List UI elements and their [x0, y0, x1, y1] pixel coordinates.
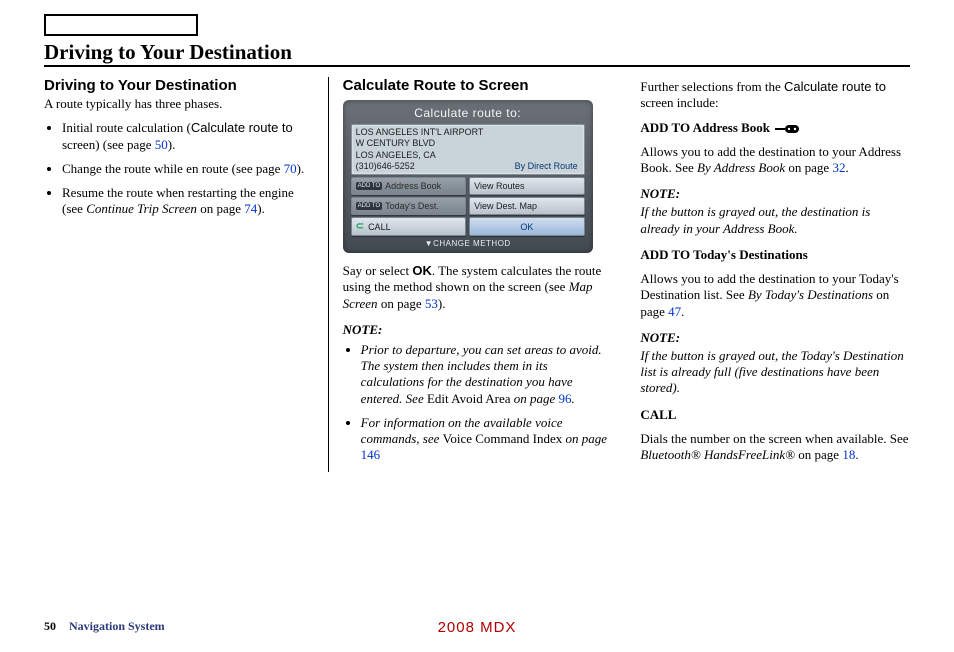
col1-list: Initial route calculation (Calculate rou… [44, 120, 314, 217]
col3-p1: Allows you to add the destination to you… [640, 144, 910, 177]
col2-heading: Calculate Route to Screen [343, 77, 613, 94]
column-left: Driving to Your Destination A route typi… [44, 77, 328, 472]
call-heading: CALL [640, 407, 910, 423]
addto-badge: ADD TO [356, 202, 382, 210]
col1-heading: Driving to Your Destination [44, 77, 314, 94]
todays-dest-button[interactable]: ADD TOToday's Dest. [351, 197, 467, 215]
note-label: NOTE: [640, 330, 910, 346]
text: ). [438, 296, 446, 311]
page-link[interactable]: 50 [155, 137, 168, 152]
addto-todays-dest-heading: ADD TO Today's Destinations [640, 247, 910, 263]
page-link[interactable]: 47 [668, 304, 681, 319]
phone-icon: ⊂ [356, 221, 364, 232]
list-item: Prior to departure, you can set areas to… [361, 342, 613, 407]
note-label: NOTE: [343, 322, 613, 338]
screen-ref: By Address Book [697, 160, 785, 175]
text: Dials the number on the screen when avai… [640, 431, 908, 446]
btn-label: Today's Dest. [385, 201, 439, 211]
screen-ref: Bluetooth® HandsFreeLink® [640, 447, 795, 462]
model-year: 2008 MDX [0, 619, 954, 636]
list-item: Initial route calculation (Calculate rou… [62, 120, 314, 153]
text: on page [785, 160, 832, 175]
text: screen) (see page [62, 137, 155, 152]
text: on page [562, 431, 607, 446]
screen-ref: Continue Trip Screen [86, 201, 197, 216]
note-label: NOTE: [640, 186, 910, 202]
ui-term: OK [412, 263, 432, 278]
col3-note1: If the button is grayed out, the destina… [640, 204, 910, 237]
dest-line2: W CENTURY BLVD [356, 138, 580, 149]
col3-note2: If the button is grayed out, the Today's… [640, 348, 910, 397]
list-item: Resume the route when restarting the eng… [62, 185, 314, 218]
dest-line3: LOS ANGELES, CA [356, 150, 580, 161]
ui-term: Calculate route to [191, 120, 293, 135]
text: on page [378, 296, 425, 311]
page-link[interactable]: 53 [425, 296, 438, 311]
top-empty-box [44, 14, 198, 36]
page-link[interactable]: 70 [284, 161, 297, 176]
address-book-button[interactable]: ADD TOAddress Book [351, 177, 467, 195]
col3-p2: Allows you to add the destination to you… [640, 271, 910, 320]
text: ). [168, 137, 176, 152]
addto-address-book-heading: ADD TO Address Book [640, 120, 910, 136]
addto-badge: ADD TO [356, 182, 382, 190]
text: . [855, 447, 858, 462]
btn-label: Address Book [385, 181, 441, 191]
text: on page [795, 447, 842, 462]
dest-line1: LOS ANGELES INT'L AIRPORT [356, 127, 580, 138]
screen-footer: ▼CHANGE METHOD [351, 239, 585, 248]
column-right: Further selections from the Calculate ro… [626, 77, 910, 472]
text: on page [197, 201, 244, 216]
heading-text: ADD TO Address Book [640, 120, 770, 135]
text: screen include: [640, 95, 718, 110]
text: ). [297, 161, 305, 176]
route-method: By Direct Route [515, 161, 578, 172]
nav-screen: Calculate route to: LOS ANGELES INT'L AI… [343, 100, 593, 253]
screen-ref: By Today's Destinations [748, 287, 873, 302]
col3-intro: Further selections from the Calculate ro… [640, 79, 910, 112]
text: on page [511, 391, 559, 406]
col2-para1: Say or select OK. The system calculates … [343, 263, 613, 312]
btn-label: CALL [368, 222, 391, 232]
page-link[interactable]: 18 [842, 447, 855, 462]
text: Further selections from the [640, 79, 784, 94]
col2-note-list: Prior to departure, you can set areas to… [343, 342, 613, 464]
ui-term: Voice Command Index [443, 431, 563, 446]
key-icon [775, 124, 801, 134]
screen-title: Calculate route to: [351, 106, 585, 120]
ui-term: Calculate route to [784, 79, 886, 94]
text: Say or select [343, 263, 413, 278]
column-middle: Calculate Route to Screen Calculate rout… [328, 77, 627, 472]
call-button[interactable]: ⊂ CALL [351, 217, 467, 236]
view-routes-button[interactable]: View Routes [469, 177, 585, 195]
view-dest-map-button[interactable]: View Dest. Map [469, 197, 585, 215]
text: . [681, 304, 684, 319]
text: . [572, 391, 575, 406]
text: Initial route calculation ( [62, 120, 191, 135]
page-link[interactable]: 74 [244, 201, 257, 216]
ok-button[interactable]: OK [469, 217, 585, 236]
list-item: For information on the available voice c… [361, 415, 613, 464]
list-item: Change the route while en route (see pag… [62, 161, 314, 177]
page-link[interactable]: 146 [361, 447, 381, 462]
page-link[interactable]: 32 [832, 160, 845, 175]
section-title: Driving to Your Destination [44, 40, 910, 67]
col1-intro: A route typically has three phases. [44, 96, 314, 112]
col3-p3: Dials the number on the screen when avai… [640, 431, 910, 464]
text: . [845, 160, 848, 175]
page-link[interactable]: 96 [559, 391, 572, 406]
screen-destination-box: LOS ANGELES INT'L AIRPORT W CENTURY BLVD… [351, 124, 585, 175]
text: Change the route while en route (see pag… [62, 161, 284, 176]
text: ). [257, 201, 265, 216]
ui-term: Edit Avoid Area [427, 391, 511, 406]
